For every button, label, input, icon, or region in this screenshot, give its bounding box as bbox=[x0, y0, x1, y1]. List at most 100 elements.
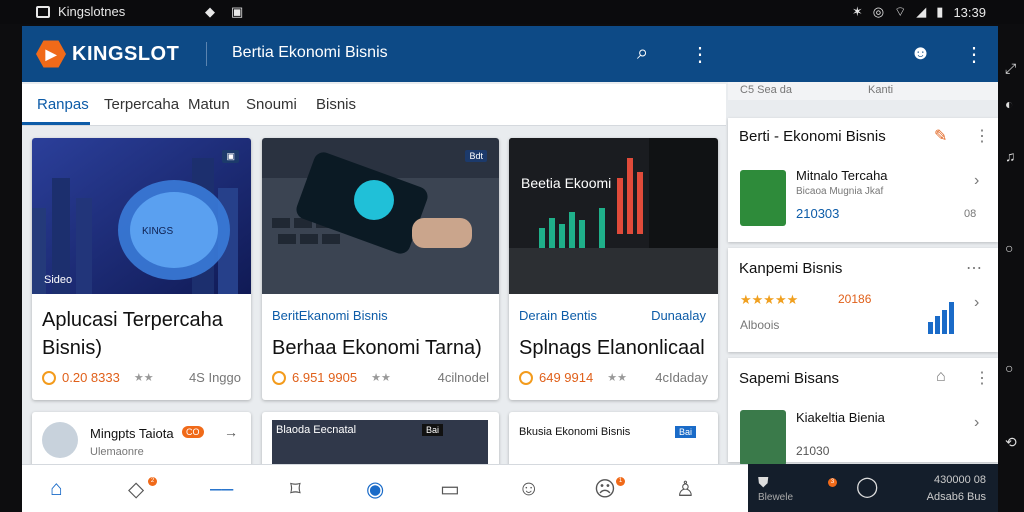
side-top-left: C5 Sea da bbox=[740, 84, 792, 96]
list-card-badge: Bai bbox=[675, 426, 697, 438]
card-image-text: KINGS bbox=[142, 226, 173, 237]
card-value: 0.20 8333 bbox=[62, 370, 120, 385]
card-image: Beetia Ekoomi bbox=[509, 138, 718, 294]
news-card[interactable]: Bdt BeritEkanomi Bisnis Berhaa Ekonomi T… bbox=[262, 138, 499, 400]
list-card-title: Mingpts Taiota bbox=[90, 426, 174, 441]
card-category-right[interactable]: Dunaalay bbox=[651, 308, 706, 323]
chat-icon[interactable]: ◯ bbox=[856, 474, 878, 499]
user-icon[interactable]: ☻ bbox=[910, 42, 931, 65]
notification-badge: 2 bbox=[148, 477, 157, 486]
rating-icon: ★★ bbox=[133, 372, 154, 384]
mail-icon[interactable]: ▭ bbox=[440, 477, 460, 502]
minus-icon[interactable]: ‒‒ bbox=[210, 477, 233, 501]
right-rail: ⤢ ◐ ♫ ○ ○ ⟲ bbox=[1000, 60, 1024, 500]
list-card-subtitle: Ulemaonre bbox=[90, 446, 144, 458]
expand-icon[interactable]: ⤢ bbox=[1005, 60, 1016, 77]
side-panel: C5 Sea da Kanti Berti - Ekonomi Bisnis ✎… bbox=[728, 82, 998, 466]
news-card[interactable]: KINGS ▣ Sideo Aplucasi Terpercaha Bisnis… bbox=[32, 138, 251, 400]
list-card[interactable]: Bkusia Ekonomi Bisnis Bai bbox=[509, 412, 718, 472]
circle-icon[interactable]: ○ bbox=[1005, 240, 1013, 256]
music-icon[interactable]: ♫ bbox=[1005, 148, 1016, 164]
logo[interactable]: ▶ KINGSLOT bbox=[36, 39, 179, 69]
status-time: 13:39 bbox=[953, 4, 986, 20]
status-bar: Kingslotnes ◆ ▣ ✶ ◎ ⌔ ◢ ▮ 13:39 bbox=[0, 0, 1024, 24]
side-card: Sapemi Bisans ⌂ ⋮ Kiakeltia Bienia 21030… bbox=[728, 358, 998, 466]
tab-snoumi[interactable]: Snoumi bbox=[246, 96, 297, 113]
card-meta: 649 9914 ★★ 4cIdaday bbox=[519, 370, 708, 385]
list-card-badge: CO bbox=[182, 426, 204, 438]
search-icon[interactable]: ⌕ bbox=[637, 42, 648, 65]
more-vert-icon[interactable]: ⋮ bbox=[690, 42, 710, 67]
card-image: KINGS bbox=[32, 138, 251, 294]
card-badge: ▣ bbox=[222, 150, 239, 163]
item-thumbnail bbox=[740, 170, 786, 226]
circle-icon[interactable]: ○ bbox=[1005, 360, 1013, 376]
notification-badge: 1 bbox=[616, 477, 625, 486]
card-image-label: Sideo bbox=[44, 274, 73, 286]
card-badge: Bdt bbox=[465, 150, 487, 162]
card-meta: 6.951 9905 ★★ 4cilnodel bbox=[272, 370, 489, 385]
card-right: 4cilnodel bbox=[437, 370, 489, 385]
list-card-badge: Bai bbox=[422, 424, 444, 436]
chevron-right-icon[interactable]: › bbox=[974, 172, 979, 190]
status-right: ✶ ◎ ⌔ ◢ ▮ 13:39 bbox=[852, 4, 986, 20]
status-app-name: Kingslotnes bbox=[58, 4, 126, 19]
list-card[interactable]: Mingpts Taiota Ulemaonre CO → bbox=[32, 412, 251, 472]
card-image-title: Beetia Ekoomi bbox=[521, 175, 611, 191]
play-icon: ▶ bbox=[36, 40, 66, 68]
more-vert-icon[interactable]: ⋮ bbox=[974, 368, 990, 388]
edit-icon[interactable]: ✎ bbox=[934, 126, 947, 146]
tab-terpercaha[interactable]: Terpercaha bbox=[104, 96, 179, 113]
chevron-right-icon[interactable]: › bbox=[974, 294, 979, 312]
side-rating: 20186 bbox=[838, 292, 872, 306]
item-thumbnail bbox=[740, 410, 786, 466]
home-icon[interactable]: ⌂ bbox=[50, 477, 63, 501]
tag-icon[interactable]: ◇ bbox=[128, 477, 144, 502]
arrow-right-icon[interactable]: → bbox=[224, 424, 238, 440]
app-icon bbox=[36, 5, 50, 18]
tab-matun[interactable]: Matun bbox=[188, 96, 230, 113]
home-outline-icon[interactable]: ⌂ bbox=[936, 368, 946, 386]
dark-panel-line2: Adsab6 Bus bbox=[926, 491, 986, 503]
side-item-code: 210303 bbox=[796, 206, 840, 221]
dark-panel-left: Blewele bbox=[758, 492, 794, 503]
more-vert-icon[interactable]: ⋮ bbox=[974, 126, 990, 146]
emoji-icon[interactable]: ☺ bbox=[518, 477, 539, 501]
tab-indicator bbox=[22, 122, 90, 125]
side-top-row: C5 Sea da Kanti bbox=[728, 82, 998, 100]
person-icon[interactable]: ♙ bbox=[676, 477, 695, 502]
signal-icon: ◢ bbox=[916, 4, 927, 19]
tab-ranpas[interactable]: Ranpas bbox=[37, 96, 89, 113]
chevron-right-icon[interactable]: › bbox=[974, 414, 979, 432]
chat-bubble-icon[interactable]: ☹ bbox=[594, 477, 616, 502]
card-category[interactable]: BeritEkanomi Bisnis bbox=[272, 308, 388, 323]
app-bar-divider bbox=[206, 42, 207, 66]
app-bar: ▶ KINGSLOT Bertia Ekonomi Bisnis ⌕ ⋮ ☻ ⋮ bbox=[22, 26, 998, 82]
sound-icon[interactable]: ◐ bbox=[1005, 96, 1013, 112]
status-notifications: ◆ ▣ bbox=[205, 4, 243, 20]
globe-icon[interactable]: ◉ bbox=[366, 477, 384, 502]
side-card-title: Berti - Ekonomi Bisnis bbox=[739, 128, 886, 145]
card-right: 4S Inggo bbox=[188, 370, 241, 385]
bottom-nav: ⌂ ◇ 2 ‒‒ ⌑ ◉ ▭ ☺ ☹ 1 ♙ bbox=[22, 464, 748, 512]
card-right: 4cIdaday bbox=[655, 370, 708, 385]
side-item-title: Kiakeltia Bienia bbox=[796, 410, 885, 425]
rating-icon: ★★ bbox=[607, 372, 627, 384]
tab-bisnis[interactable]: Bisnis bbox=[316, 96, 356, 113]
card-value: 6.951 9905 bbox=[292, 370, 358, 385]
card-meta: 0.20 8333 ★★ 4S Inggo bbox=[42, 370, 241, 385]
dark-panel-line1: 430000 08 bbox=[934, 474, 986, 486]
notification-icon: ▣ bbox=[231, 4, 244, 19]
app-screen: ▶ KINGSLOT Bertia Ekonomi Bisnis ⌕ ⋮ ☻ ⋮… bbox=[22, 26, 998, 512]
back-icon[interactable]: ⟲ bbox=[1005, 434, 1017, 451]
bookmark-icon[interactable]: ⌑ bbox=[290, 477, 301, 502]
side-top-right: Kanti bbox=[868, 84, 894, 96]
more-vert-icon[interactable]: ⋮ bbox=[964, 42, 984, 67]
card-title: Splnags Elanonlicaal bbox=[519, 337, 705, 359]
side-card: Berti - Ekonomi Bisnis ✎ ⋮ Mitnalo Terca… bbox=[728, 118, 998, 242]
news-card[interactable]: Beetia Ekoomi Derain Bentis Dunaalay Spl… bbox=[509, 138, 718, 400]
tab-bar: Ranpas Terpercaha Matun Snoumi Bisnis bbox=[22, 84, 726, 126]
card-category[interactable]: Derain Bentis bbox=[519, 308, 597, 323]
list-card[interactable]: Blaoda Eecnatal Bai bbox=[262, 412, 499, 472]
more-horiz-icon[interactable]: ⋯ bbox=[966, 258, 982, 278]
